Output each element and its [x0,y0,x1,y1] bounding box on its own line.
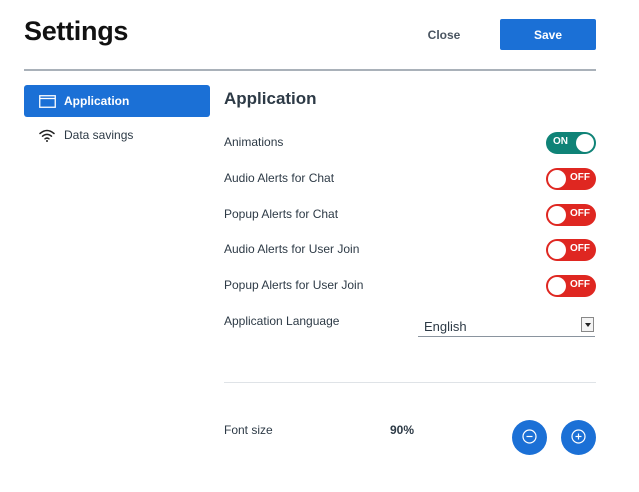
toggle-knob [548,241,566,259]
minus-circle-icon [522,428,537,447]
page-title: Settings [24,16,129,46]
wifi-icon [38,128,56,142]
header-divider [24,69,596,71]
toggle-knob [576,134,594,152]
sidebar-item-data-savings[interactable]: Data savings [24,119,210,151]
font-size-label: Font size [224,423,273,437]
sidebar-item-label: Data savings [64,128,134,142]
animations-toggle[interactable]: ON [546,132,596,154]
font-size-value: 90% [390,423,415,437]
toggle-state: OFF [570,279,590,290]
save-button[interactable]: Save [500,19,596,50]
sidebar-item-label: Application [64,94,130,108]
popup-alerts-user-join-toggle[interactable]: OFF [546,275,596,297]
window-icon [38,94,56,108]
decrease-font-button[interactable] [512,420,547,455]
toggle-knob [548,277,566,295]
audio-alerts-user-join-label: Audio Alerts for User Join [224,242,360,256]
section-title: Application [224,89,317,108]
language-selected-value: English [424,319,467,334]
popup-alerts-chat-label: Popup Alerts for Chat [224,207,339,221]
application-language-label: Application Language [224,314,340,328]
plus-circle-icon [571,428,586,447]
audio-alerts-user-join-toggle[interactable]: OFF [546,239,596,261]
toggle-knob [548,206,566,224]
toggle-state: OFF [570,172,590,183]
settings-page: Settings Close Save Application Data sav… [0,0,639,492]
audio-alerts-chat-toggle[interactable]: OFF [546,168,596,190]
popup-alerts-user-join-label: Popup Alerts for User Join [224,278,364,292]
toggle-knob [548,170,566,188]
increase-font-button[interactable] [561,420,596,455]
audio-alerts-chat-label: Audio Alerts for Chat [224,171,335,185]
toggle-state: OFF [570,208,590,219]
language-select[interactable]: English [418,315,595,337]
toggle-state: ON [553,136,568,147]
close-button[interactable]: Close [410,22,478,48]
popup-alerts-chat-toggle[interactable]: OFF [546,204,596,226]
toggle-state: OFF [570,243,590,254]
sidebar-item-application[interactable]: Application [24,85,210,117]
animations-label: Animations [224,135,284,149]
section-divider [224,382,596,383]
chevron-down-icon[interactable] [581,317,594,332]
